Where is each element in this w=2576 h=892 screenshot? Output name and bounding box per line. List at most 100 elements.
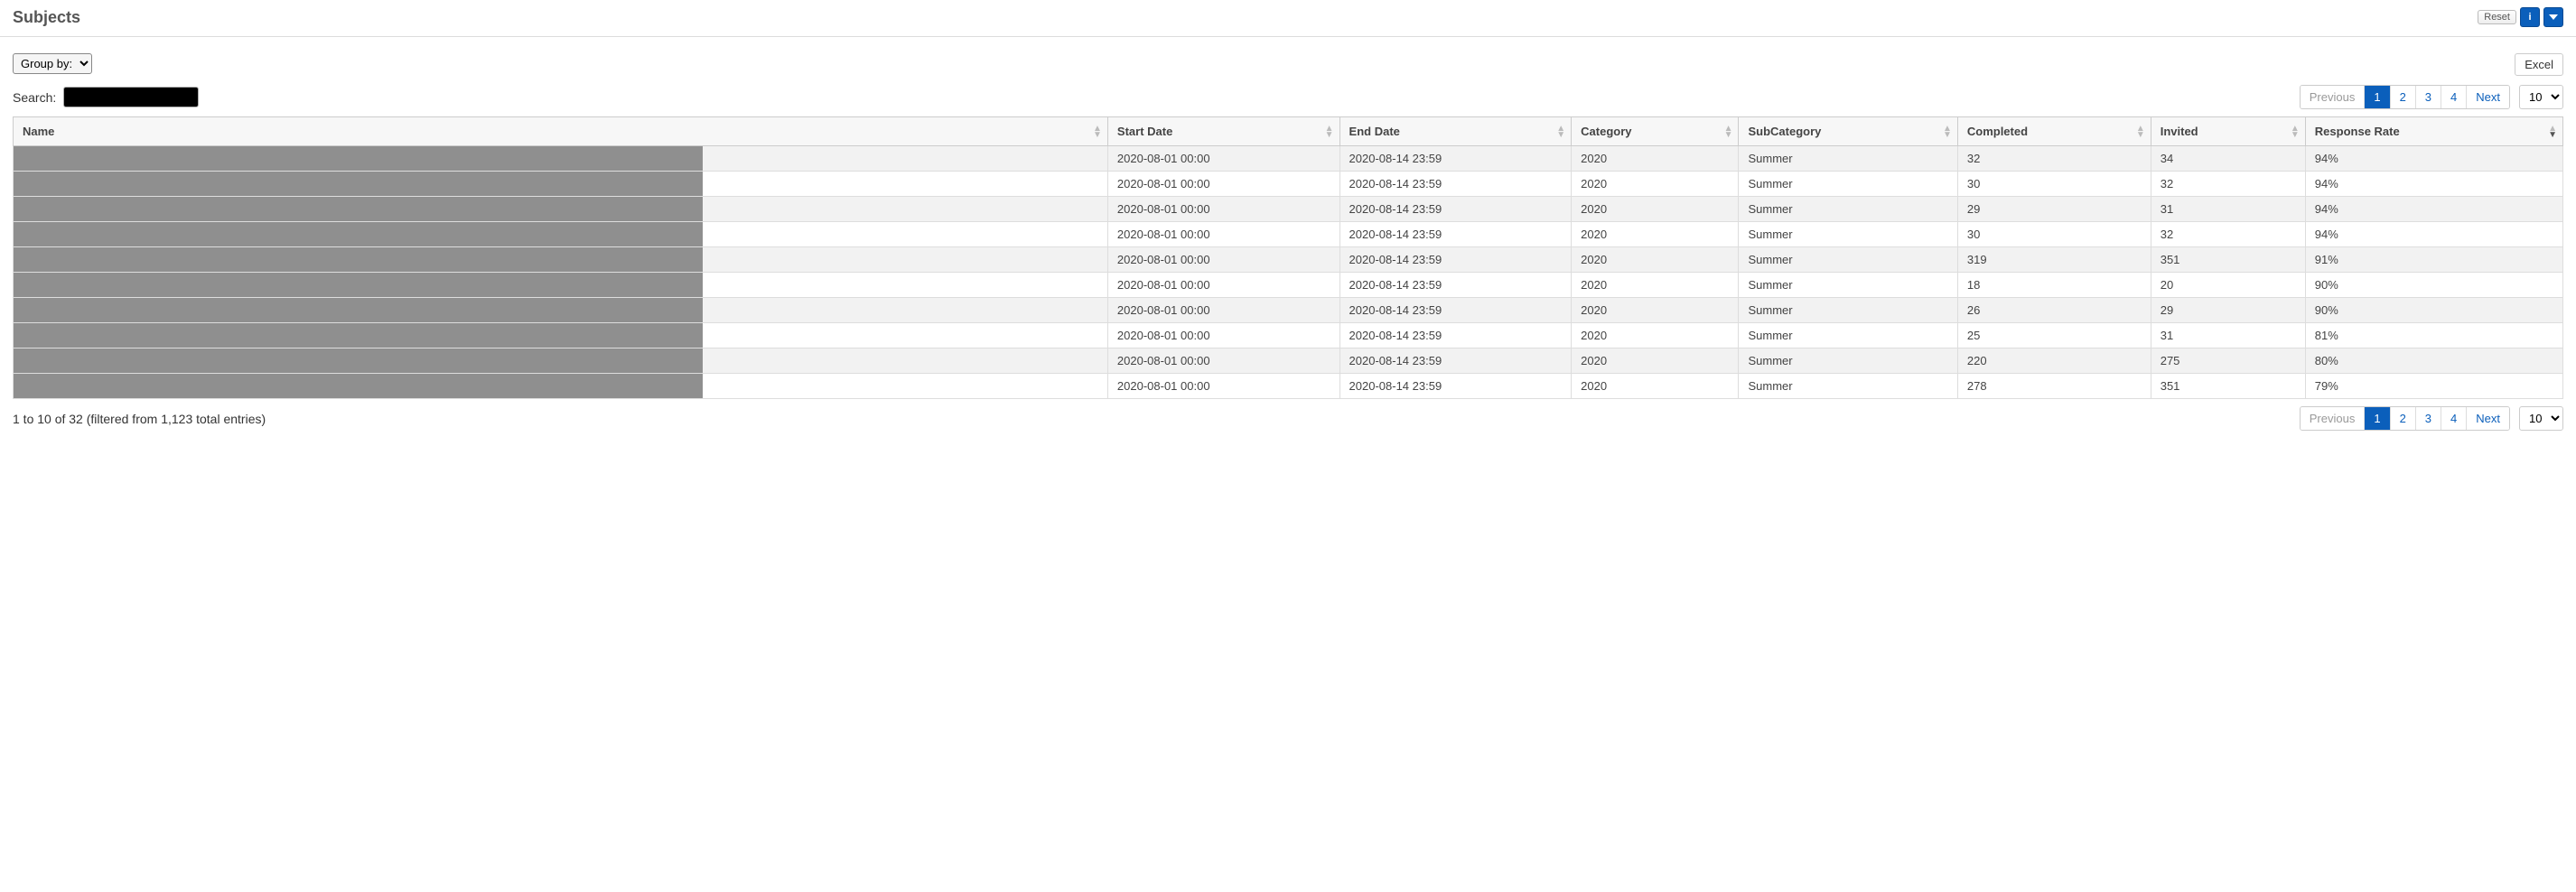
col-end-date-label: End Date xyxy=(1349,125,1400,138)
page-title: Subjects xyxy=(13,8,80,27)
col-end-date[interactable]: End Date ▲▼ xyxy=(1339,117,1572,146)
table-row: 2020-08-01 00:002020-08-14 23:592020Summ… xyxy=(14,146,2563,172)
cell-end-date: 2020-08-14 23:59 xyxy=(1339,348,1572,374)
cell-subcategory: Summer xyxy=(1739,247,1957,273)
cell-start-date: 2020-08-01 00:00 xyxy=(1107,273,1339,298)
page-size-select[interactable]: 10 xyxy=(2519,85,2563,109)
pagination-buttons-bottom: Previous 1 2 3 4 Next xyxy=(2300,406,2510,431)
page-1-button[interactable]: 1 xyxy=(2365,407,2390,430)
col-name-label: Name xyxy=(23,125,54,138)
redacted-block xyxy=(14,374,703,398)
cell-end-date: 2020-08-14 23:59 xyxy=(1339,374,1572,399)
cell-category: 2020 xyxy=(1572,374,1739,399)
cell-start-date: 2020-08-01 00:00 xyxy=(1107,247,1339,273)
cell-category: 2020 xyxy=(1572,348,1739,374)
cell-end-date: 2020-08-14 23:59 xyxy=(1339,146,1572,172)
sort-icon: ▲▼ xyxy=(2291,125,2300,138)
col-response-rate[interactable]: Response Rate ▲▼ xyxy=(2305,117,2562,146)
cell-name xyxy=(14,273,1108,298)
page-3-button[interactable]: 3 xyxy=(2416,407,2441,430)
cell-name xyxy=(14,197,1108,222)
col-name[interactable]: Name ▲▼ xyxy=(14,117,1108,146)
sort-icon: ▲▼ xyxy=(1724,125,1733,138)
cell-invited: 351 xyxy=(2151,374,2305,399)
search-input[interactable] xyxy=(63,87,199,107)
header-bar: Subjects Reset i xyxy=(0,0,2576,37)
cell-invited: 32 xyxy=(2151,222,2305,247)
cell-subcategory: Summer xyxy=(1739,197,1957,222)
redacted-block xyxy=(14,348,703,373)
cell-category: 2020 xyxy=(1572,222,1739,247)
next-button[interactable]: Next xyxy=(2467,407,2509,430)
info-icon[interactable]: i xyxy=(2520,7,2540,27)
group-by-select[interactable]: Group by: xyxy=(13,53,92,74)
redacted-block xyxy=(14,247,703,272)
cell-name xyxy=(14,348,1108,374)
next-button[interactable]: Next xyxy=(2467,86,2509,108)
table-header-row: Name ▲▼ Start Date ▲▼ End Date ▲▼ Catego… xyxy=(14,117,2563,146)
cell-completed: 319 xyxy=(1957,247,2151,273)
prev-button[interactable]: Previous xyxy=(2301,86,2366,108)
cell-completed: 30 xyxy=(1957,222,2151,247)
cell-start-date: 2020-08-01 00:00 xyxy=(1107,323,1339,348)
prev-button[interactable]: Previous xyxy=(2301,407,2366,430)
cell-category: 2020 xyxy=(1572,146,1739,172)
cell-category: 2020 xyxy=(1572,273,1739,298)
col-completed[interactable]: Completed ▲▼ xyxy=(1957,117,2151,146)
cell-end-date: 2020-08-14 23:59 xyxy=(1339,197,1572,222)
cell-completed: 26 xyxy=(1957,298,2151,323)
cell-completed: 220 xyxy=(1957,348,2151,374)
redacted-block xyxy=(14,273,703,297)
cell-response-rate: 91% xyxy=(2305,247,2562,273)
page-4-button[interactable]: 4 xyxy=(2441,86,2467,108)
excel-button[interactable]: Excel xyxy=(2515,53,2563,76)
col-start-date-label: Start Date xyxy=(1117,125,1172,138)
cell-subcategory: Summer xyxy=(1739,298,1957,323)
col-subcategory[interactable]: SubCategory ▲▼ xyxy=(1739,117,1957,146)
chevron-down-icon[interactable] xyxy=(2543,7,2563,27)
sort-icon: ▲▼ xyxy=(1093,125,1102,138)
reset-button[interactable]: Reset xyxy=(2478,10,2516,24)
cell-invited: 29 xyxy=(2151,298,2305,323)
cell-subcategory: Summer xyxy=(1739,323,1957,348)
top-controls: Group by: Excel xyxy=(13,53,2563,76)
page-2-button[interactable]: 2 xyxy=(2391,86,2416,108)
cell-subcategory: Summer xyxy=(1739,348,1957,374)
page-size-select[interactable]: 10 xyxy=(2519,406,2563,431)
col-response-rate-label: Response Rate xyxy=(2315,125,2400,138)
cell-response-rate: 79% xyxy=(2305,374,2562,399)
content: Group by: Excel Search: Previous 1 2 3 4… xyxy=(0,37,2576,447)
cell-name xyxy=(14,323,1108,348)
table-row: 2020-08-01 00:002020-08-14 23:592020Summ… xyxy=(14,323,2563,348)
pagination-top: Previous 1 2 3 4 Next 10 xyxy=(2300,85,2563,109)
table-info: 1 to 10 of 32 (filtered from 1,123 total… xyxy=(13,412,266,426)
page-3-button[interactable]: 3 xyxy=(2416,86,2441,108)
table-row: 2020-08-01 00:002020-08-14 23:592020Summ… xyxy=(14,172,2563,197)
table-row: 2020-08-01 00:002020-08-14 23:592020Summ… xyxy=(14,348,2563,374)
pagination-bottom: Previous 1 2 3 4 Next 10 xyxy=(2300,406,2563,431)
page-1-button[interactable]: 1 xyxy=(2365,86,2390,108)
page-2-button[interactable]: 2 xyxy=(2391,407,2416,430)
cell-response-rate: 94% xyxy=(2305,172,2562,197)
col-category[interactable]: Category ▲▼ xyxy=(1572,117,1739,146)
col-start-date[interactable]: Start Date ▲▼ xyxy=(1107,117,1339,146)
cell-start-date: 2020-08-01 00:00 xyxy=(1107,298,1339,323)
sort-icon: ▲▼ xyxy=(2548,125,2557,138)
cell-start-date: 2020-08-01 00:00 xyxy=(1107,348,1339,374)
cell-start-date: 2020-08-01 00:00 xyxy=(1107,146,1339,172)
cell-subcategory: Summer xyxy=(1739,273,1957,298)
cell-completed: 30 xyxy=(1957,172,2151,197)
page-4-button[interactable]: 4 xyxy=(2441,407,2467,430)
cell-invited: 34 xyxy=(2151,146,2305,172)
cell-completed: 278 xyxy=(1957,374,2151,399)
cell-invited: 275 xyxy=(2151,348,2305,374)
cell-end-date: 2020-08-14 23:59 xyxy=(1339,273,1572,298)
cell-invited: 20 xyxy=(2151,273,2305,298)
cell-category: 2020 xyxy=(1572,247,1739,273)
cell-name xyxy=(14,172,1108,197)
header-actions: Reset i xyxy=(2478,7,2563,27)
col-invited[interactable]: Invited ▲▼ xyxy=(2151,117,2305,146)
cell-completed: 18 xyxy=(1957,273,2151,298)
table-row: 2020-08-01 00:002020-08-14 23:592020Summ… xyxy=(14,374,2563,399)
sort-icon: ▲▼ xyxy=(2136,125,2145,138)
